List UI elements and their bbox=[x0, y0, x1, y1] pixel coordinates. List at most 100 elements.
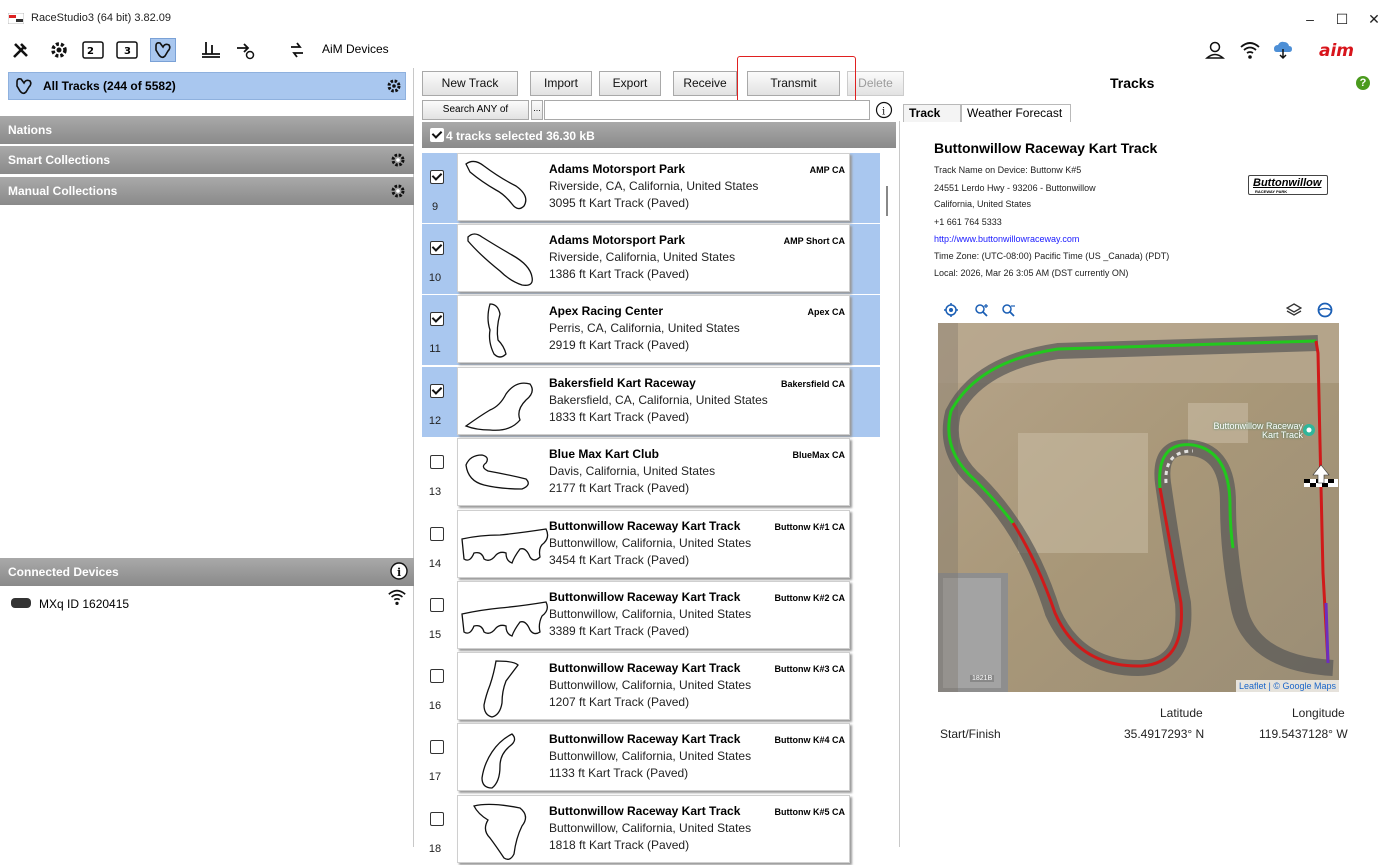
track-thumbnail-icon bbox=[487, 303, 507, 358]
track-row[interactable]: 11 Apex Racing Center Apex CA Perris, CA… bbox=[422, 295, 880, 365]
track-checkbox[interactable] bbox=[430, 740, 444, 754]
help-icon[interactable]: ? bbox=[1356, 76, 1370, 90]
new-track-button[interactable]: New Track bbox=[422, 71, 518, 96]
track-number: 17 bbox=[428, 771, 442, 783]
scrollbar-thumb[interactable] bbox=[886, 186, 888, 216]
smart-collections-header[interactable]: Smart Collections bbox=[0, 146, 414, 174]
track-card[interactable]: Apex Racing Center Apex CA Perris, CA, C… bbox=[457, 295, 850, 363]
track-card[interactable]: Buttonwillow Raceway Kart Track Buttonw … bbox=[457, 795, 850, 863]
add-device-icon[interactable] bbox=[232, 38, 258, 62]
search-info-icon[interactable]: i bbox=[875, 101, 893, 119]
track-name: Apex Racing Center bbox=[549, 304, 664, 318]
center-map-icon[interactable] bbox=[943, 302, 959, 318]
track-checkbox[interactable] bbox=[430, 170, 444, 184]
track-card[interactable]: Blue Max Kart Club BlueMax CA Davis, Cal… bbox=[457, 438, 850, 506]
selection-summary: 4 tracks selected 36.30 kB bbox=[446, 129, 595, 143]
track-card[interactable]: Adams Motorsport Park AMP CA Riverside, … bbox=[457, 153, 850, 221]
track-logo: Buttonwillow RACEWAY PARK bbox=[1248, 175, 1328, 195]
map-attribution[interactable]: Leaflet | © Google Maps bbox=[1235, 680, 1339, 692]
gear-icon[interactable] bbox=[386, 78, 402, 94]
user-icon[interactable] bbox=[1202, 38, 1228, 62]
track-name: Adams Motorsport Park bbox=[549, 233, 686, 247]
selection-header: 4 tracks selected 36.30 kB bbox=[422, 122, 896, 148]
wifi-icon[interactable] bbox=[1237, 38, 1263, 62]
tools-icon[interactable] bbox=[8, 38, 34, 62]
track-short-name: Buttonw K#5 CA bbox=[774, 807, 846, 817]
tracks-icon[interactable] bbox=[150, 38, 176, 62]
zoom-in-icon[interactable] bbox=[974, 302, 990, 318]
map-marker-label: Buttonwillow Raceway Kart Track bbox=[1213, 421, 1303, 440]
track-row[interactable]: 17 Buttonwillow Raceway Kart Track Butto… bbox=[422, 723, 880, 793]
track-checkbox[interactable] bbox=[430, 527, 444, 541]
track-phone: +1 661 764 5333 bbox=[934, 217, 1002, 227]
track-checkbox[interactable] bbox=[430, 598, 444, 612]
track-checkbox[interactable] bbox=[430, 384, 444, 398]
logger-icon[interactable]: 3 bbox=[114, 38, 140, 62]
globe-icon[interactable] bbox=[1317, 302, 1333, 318]
search-any-button[interactable]: Search ANY of bbox=[422, 100, 529, 120]
search-options-button[interactable]: ... bbox=[531, 100, 543, 120]
chassis-icon[interactable] bbox=[198, 38, 224, 62]
all-tracks-header[interactable]: All Tracks (244 of 5582) bbox=[8, 72, 406, 100]
track-row[interactable]: 9 Adams Motorsport Park AMP CA Riverside… bbox=[422, 153, 880, 223]
track-card[interactable]: Bakersfield Kart Raceway Bakersfield CA … bbox=[457, 367, 850, 435]
track-name: Blue Max Kart Club bbox=[549, 447, 660, 461]
layers-icon[interactable] bbox=[1286, 302, 1302, 318]
zoom-out-icon[interactable] bbox=[1001, 302, 1017, 318]
transfer-icon[interactable] bbox=[284, 38, 310, 62]
track-region: California, United States bbox=[934, 199, 1032, 209]
track-card[interactable]: Buttonwillow Raceway Kart Track Buttonw … bbox=[457, 581, 850, 649]
track-list-scrollbar[interactable] bbox=[882, 150, 896, 847]
track-checkbox[interactable] bbox=[430, 669, 444, 683]
track-row[interactable]: 13 Blue Max Kart Club BlueMax CA Davis, … bbox=[422, 438, 880, 508]
nations-header[interactable]: Nations bbox=[0, 116, 414, 144]
dashboard-icon[interactable]: 2 bbox=[80, 38, 106, 62]
track-card[interactable]: Adams Motorsport Park AMP Short CA River… bbox=[457, 224, 850, 292]
track-row[interactable]: 16 Buttonwillow Raceway Kart Track Butto… bbox=[422, 652, 880, 722]
track-checkbox[interactable] bbox=[430, 455, 444, 469]
longitude-header: Longitude bbox=[1292, 706, 1345, 720]
tab-weather-forecast[interactable]: Weather Forecast bbox=[961, 104, 1071, 122]
map-road-label: 1821B bbox=[970, 675, 995, 682]
track-card[interactable]: Buttonwillow Raceway Kart Track Buttonw … bbox=[457, 723, 850, 791]
track-checkbox[interactable] bbox=[430, 241, 444, 255]
manual-collections-header[interactable]: Manual Collections bbox=[0, 177, 414, 205]
track-thumbnail-icon bbox=[473, 803, 527, 860]
track-name: Buttonwillow Raceway Kart Track bbox=[549, 732, 741, 746]
select-all-checkbox[interactable] bbox=[430, 128, 444, 142]
track-checkbox[interactable] bbox=[430, 812, 444, 826]
connected-devices-header[interactable]: Connected Devices i bbox=[0, 558, 414, 586]
track-number: 16 bbox=[428, 700, 442, 712]
device-name[interactable]: MXq ID 1620415 bbox=[39, 597, 129, 611]
track-row[interactable]: 12 Bakersfield Kart Raceway Bakersfield … bbox=[422, 367, 880, 437]
panel-title: Tracks bbox=[1110, 75, 1155, 91]
svg-text:i: i bbox=[397, 566, 401, 579]
track-card[interactable]: Buttonwillow Raceway Kart Track Buttonw … bbox=[457, 510, 850, 578]
settings-icon[interactable] bbox=[46, 38, 72, 62]
track-row[interactable]: 15 Buttonwillow Raceway Kart Track Butto… bbox=[422, 581, 880, 651]
gear-icon[interactable] bbox=[390, 152, 406, 168]
track-short-name: Apex CA bbox=[807, 307, 845, 317]
receive-button[interactable]: Receive bbox=[673, 71, 737, 96]
cloud-download-icon[interactable] bbox=[1270, 38, 1296, 62]
export-button[interactable]: Export bbox=[599, 71, 661, 96]
tracks-icon bbox=[16, 78, 32, 95]
track-short-name: Buttonw K#1 CA bbox=[774, 522, 846, 532]
track-length: 1386 ft Kart Track (Paved) bbox=[549, 267, 690, 281]
close-button[interactable]: ✕ bbox=[1354, 6, 1384, 32]
info-icon[interactable]: i bbox=[390, 562, 408, 580]
aim-devices-label[interactable]: AiM Devices bbox=[322, 42, 389, 56]
gear-icon[interactable] bbox=[390, 183, 406, 199]
tab-track[interactable]: Track bbox=[903, 104, 961, 122]
track-website[interactable]: http://www.buttonwillowraceway.com bbox=[934, 234, 1079, 244]
track-checkbox[interactable] bbox=[430, 312, 444, 326]
search-input[interactable] bbox=[544, 100, 870, 120]
track-row[interactable]: 14 Buttonwillow Raceway Kart Track Butto… bbox=[422, 510, 880, 580]
track-number: 14 bbox=[428, 558, 442, 570]
track-row[interactable]: 18 Buttonwillow Raceway Kart Track Butto… bbox=[422, 795, 880, 865]
track-row[interactable]: 10 Adams Motorsport Park AMP Short CA Ri… bbox=[422, 224, 880, 294]
track-card[interactable]: Buttonwillow Raceway Kart Track Buttonw … bbox=[457, 652, 850, 720]
svg-text:2: 2 bbox=[87, 46, 94, 57]
import-button[interactable]: Import bbox=[530, 71, 592, 96]
track-map[interactable]: Buttonwillow Raceway Kart Track 1821B Le… bbox=[938, 323, 1339, 692]
